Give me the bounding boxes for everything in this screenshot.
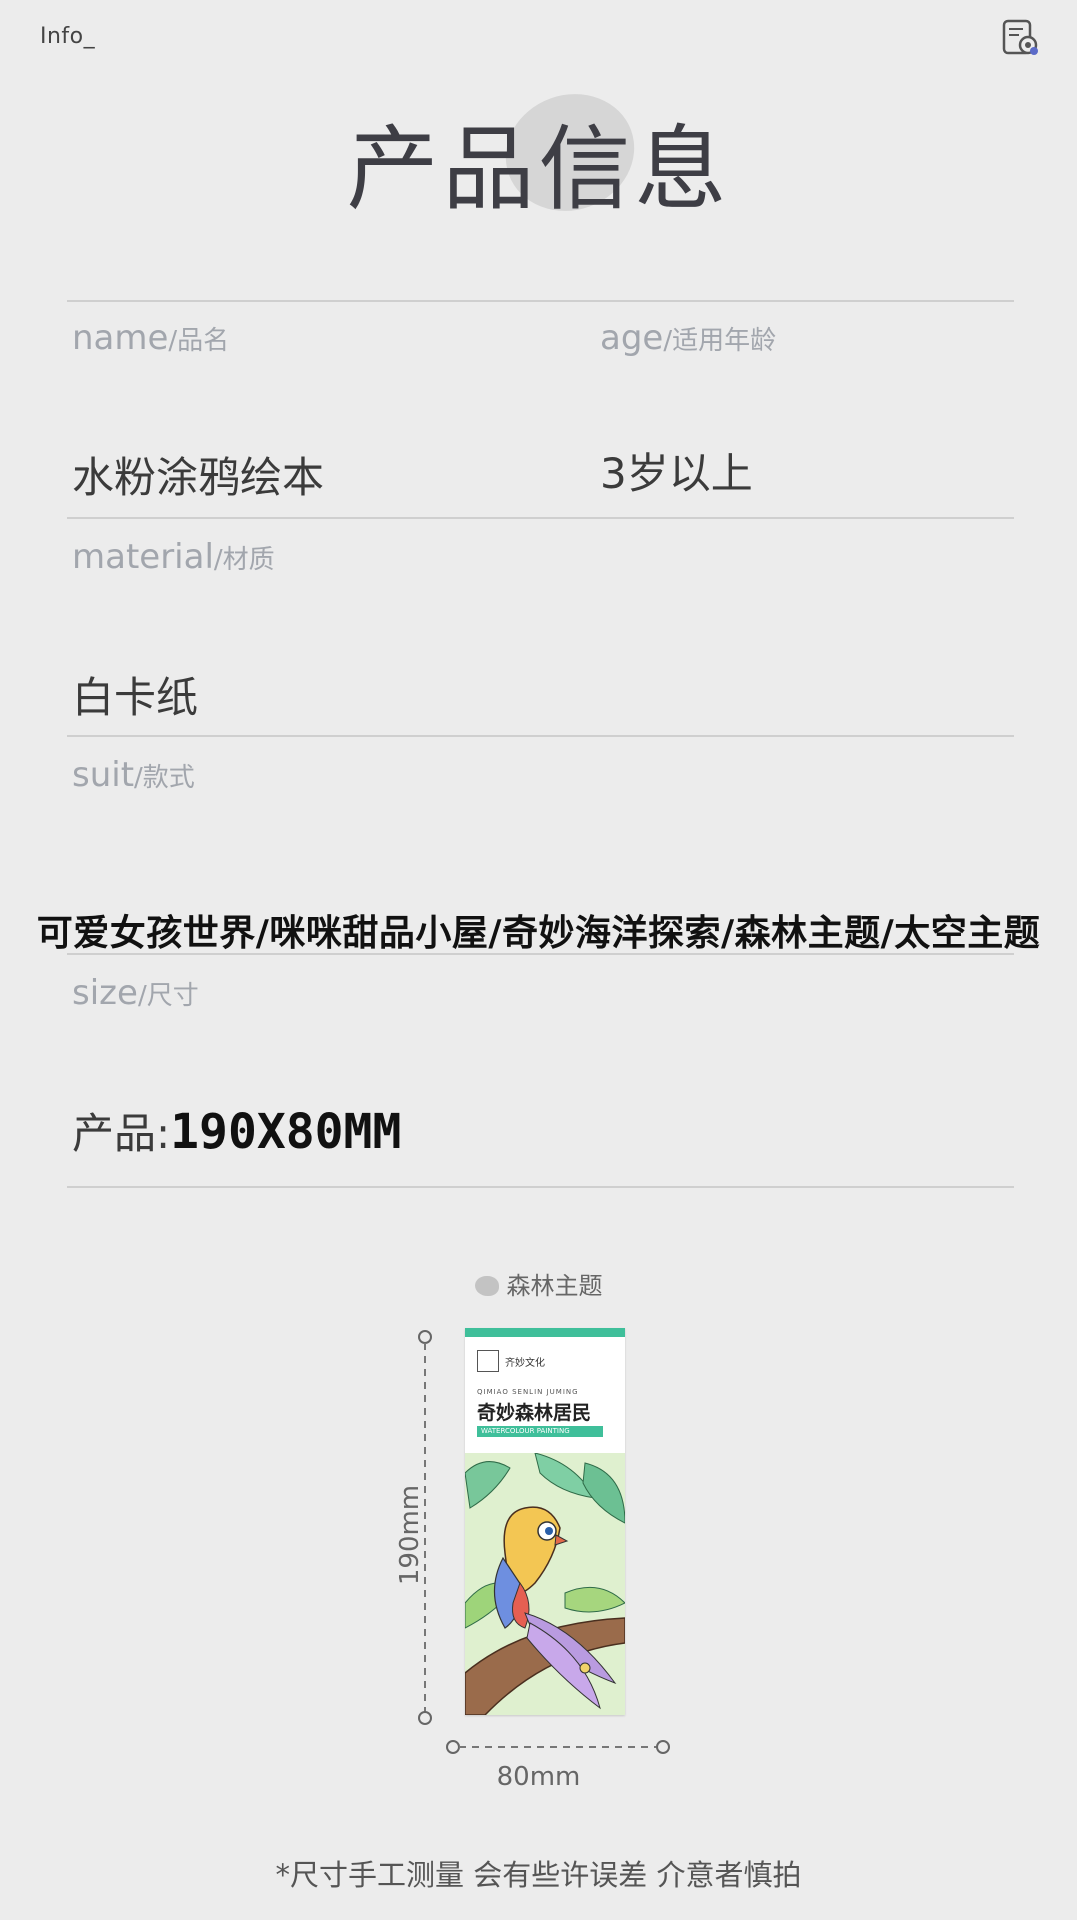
bird-illustration bbox=[465, 1453, 625, 1715]
material-label-en: material bbox=[72, 537, 214, 577]
size-label-cn: /尺寸 bbox=[137, 981, 199, 1011]
book-cover-image: 齐妙文化 QIMIAO SENLIN JUMING 奇妙森林居民 WATERCO… bbox=[465, 1328, 625, 1715]
age-label: age/适用年龄 bbox=[600, 318, 776, 358]
book-top-stripe bbox=[465, 1328, 625, 1337]
width-dimension-label: 80mm bbox=[496, 1762, 581, 1792]
size-label-en: size bbox=[72, 973, 138, 1013]
page-title: 产品信息 bbox=[346, 116, 731, 223]
settings-gear-icon[interactable] bbox=[1001, 18, 1041, 58]
material-label-cn: /材质 bbox=[213, 545, 275, 575]
suit-label: suit/款式 bbox=[72, 755, 195, 795]
name-label-cn: /品名 bbox=[168, 326, 230, 356]
divider bbox=[67, 1186, 1014, 1188]
age-label-en: age bbox=[600, 318, 664, 358]
divider bbox=[67, 300, 1014, 302]
suit-value: 可爱女孩世界/咪咪甜品小屋/奇妙海洋探索/森林主题/太空主题 bbox=[36, 913, 1041, 954]
size-number: 190X80MM bbox=[170, 1104, 402, 1160]
info-label: Info_ bbox=[40, 24, 96, 49]
size-label: size/尺寸 bbox=[72, 973, 199, 1013]
brand-logo-icon bbox=[477, 1350, 499, 1372]
size-value: 产品:190X80MM bbox=[72, 1100, 401, 1161]
theme-label: 森林主题 bbox=[0, 1266, 1077, 1301]
name-value: 水粉涂鸦绘本 bbox=[72, 453, 325, 502]
name-label-en: name bbox=[72, 318, 169, 358]
age-value: 3岁以上 bbox=[600, 449, 753, 498]
age-label-cn: /适用年龄 bbox=[663, 326, 777, 356]
material-value: 白卡纸 bbox=[72, 673, 199, 722]
divider bbox=[67, 735, 1014, 737]
book-brand: 齐妙文化 bbox=[505, 1358, 545, 1369]
book-title: 奇妙森林居民 bbox=[477, 1402, 592, 1424]
divider bbox=[67, 517, 1014, 519]
theme-label-text: 森林主题 bbox=[506, 1272, 603, 1300]
book-pinyin: QIMIAO SENLIN JUMING bbox=[477, 1388, 579, 1396]
book-banner: WATERCOLOUR PAINTING bbox=[477, 1426, 603, 1437]
theme-dot-icon bbox=[474, 1276, 499, 1296]
size-prefix: 产品: bbox=[72, 1109, 171, 1158]
material-label: material/材质 bbox=[72, 537, 275, 577]
height-dimension-label: 190mm bbox=[395, 1484, 426, 1586]
suit-label-cn: /款式 bbox=[134, 763, 195, 793]
divider bbox=[67, 953, 1014, 955]
suit-label-en: suit bbox=[72, 755, 135, 795]
name-label: name/品名 bbox=[72, 318, 229, 358]
footnote: *尺寸手工测量 会有些许误差 介意者慎拍 bbox=[275, 1858, 802, 1892]
